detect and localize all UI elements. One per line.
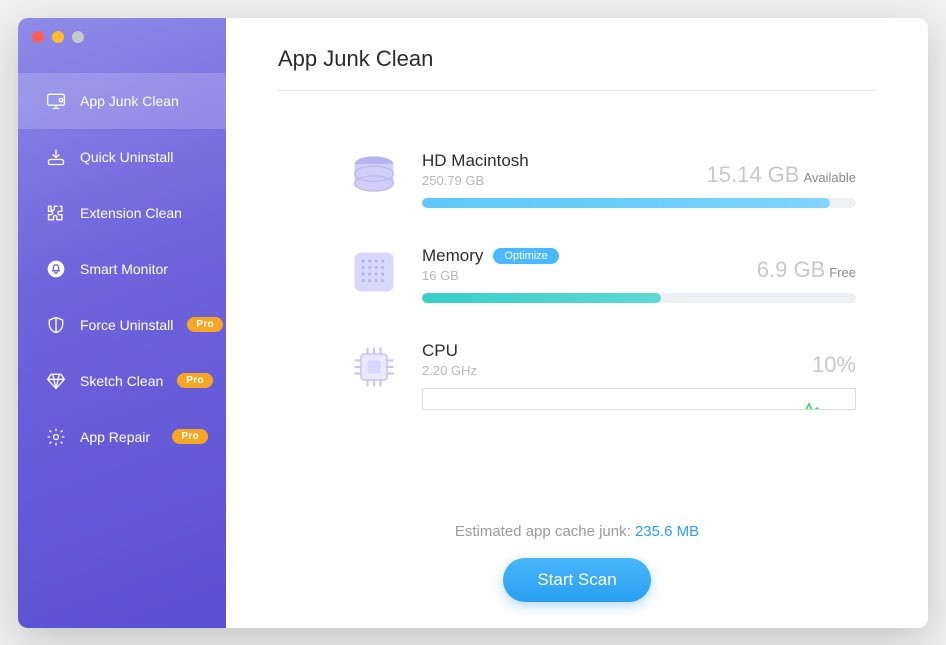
page-title: App Junk Clean: [278, 46, 876, 91]
close-icon[interactable]: [32, 31, 44, 43]
sidebar-item-app-junk-clean[interactable]: App Junk Clean: [18, 73, 226, 129]
sidebar-item-label: Smart Monitor: [80, 261, 208, 277]
estimate-text: Estimated app cache junk: 235.6 MB: [278, 523, 876, 540]
sidebar-item-sketch-clean[interactable]: Sketch Clean Pro: [18, 353, 226, 409]
disk-available-unit: Available: [803, 170, 856, 185]
disk-name: HD Macintosh: [422, 151, 529, 171]
memory-usage-bar: [422, 293, 856, 303]
sidebar-item-label: Extension Clean: [80, 205, 208, 221]
puzzle-icon: [46, 203, 66, 223]
optimize-button[interactable]: Optimize: [493, 248, 558, 264]
memory-total: 16 GB: [422, 268, 559, 283]
sidebar: App Junk Clean Quick Uninstall Extension…: [18, 18, 226, 628]
cpu-percent-value: 10%: [812, 352, 856, 378]
memory-free-value: 6.9 GB: [757, 257, 825, 283]
sidebar-item-label: Sketch Clean: [80, 373, 163, 389]
pro-badge: Pro: [177, 373, 213, 388]
estimate-label: Estimated app cache junk:: [455, 523, 635, 540]
cpu-icon: [348, 341, 400, 393]
cpu-clock: 2.20 GHz: [422, 363, 477, 378]
bell-circle-icon: [46, 259, 66, 279]
monitor-clean-icon: [46, 91, 66, 111]
pro-badge: Pro: [172, 429, 208, 444]
start-scan-button[interactable]: Start Scan: [503, 558, 650, 602]
sidebar-item-quick-uninstall[interactable]: Quick Uninstall: [18, 129, 226, 185]
sidebar-item-label: App Repair: [80, 429, 158, 445]
sidebar-item-app-repair[interactable]: App Repair Pro: [18, 409, 226, 465]
footer: Estimated app cache junk: 235.6 MB Start…: [278, 523, 876, 606]
stats-panel: HD Macintosh 250.79 GB 15.14 GB Availabl…: [278, 91, 876, 448]
maximize-icon[interactable]: [72, 31, 84, 43]
sidebar-item-label: Quick Uninstall: [80, 149, 208, 165]
app-window: App Junk Clean Quick Uninstall Extension…: [18, 18, 928, 628]
sidebar-item-extension-clean[interactable]: Extension Clean: [18, 185, 226, 241]
main-content: App Junk Clean HD Macintosh 250.79 GB 15…: [226, 18, 928, 628]
disk-icon: [348, 151, 400, 203]
memory-icon: [348, 246, 400, 298]
disk-available-value: 15.14 GB: [707, 162, 800, 188]
window-controls: [32, 31, 84, 43]
memory-usage-fill: [422, 293, 661, 303]
cpu-spike-icon: [799, 399, 825, 409]
stat-row-memory: Memory Optimize 16 GB 6.9 GB Free: [348, 246, 856, 303]
stat-row-cpu: CPU 2.20 GHz 10%: [348, 341, 856, 410]
memory-free-unit: Free: [829, 265, 856, 280]
disk-usage-bar: [422, 198, 856, 208]
memory-name: Memory: [422, 246, 483, 266]
disk-total: 250.79 GB: [422, 173, 529, 188]
sidebar-item-smart-monitor[interactable]: Smart Monitor: [18, 241, 226, 297]
estimate-value: 235.6 MB: [635, 523, 699, 540]
cpu-name: CPU: [422, 341, 458, 361]
cpu-activity-graph: [422, 388, 856, 410]
pro-badge: Pro: [187, 317, 223, 332]
download-box-icon: [46, 147, 66, 167]
disk-usage-fill: [422, 198, 830, 208]
minimize-icon[interactable]: [52, 31, 64, 43]
diamond-icon: [46, 371, 66, 391]
sidebar-item-label: Force Uninstall: [80, 317, 173, 333]
stat-row-disk: HD Macintosh 250.79 GB 15.14 GB Availabl…: [348, 151, 856, 208]
gear-icon: [46, 427, 66, 447]
shield-icon: [46, 315, 66, 335]
sidebar-item-label: App Junk Clean: [80, 93, 208, 109]
sidebar-item-force-uninstall[interactable]: Force Uninstall Pro: [18, 297, 226, 353]
